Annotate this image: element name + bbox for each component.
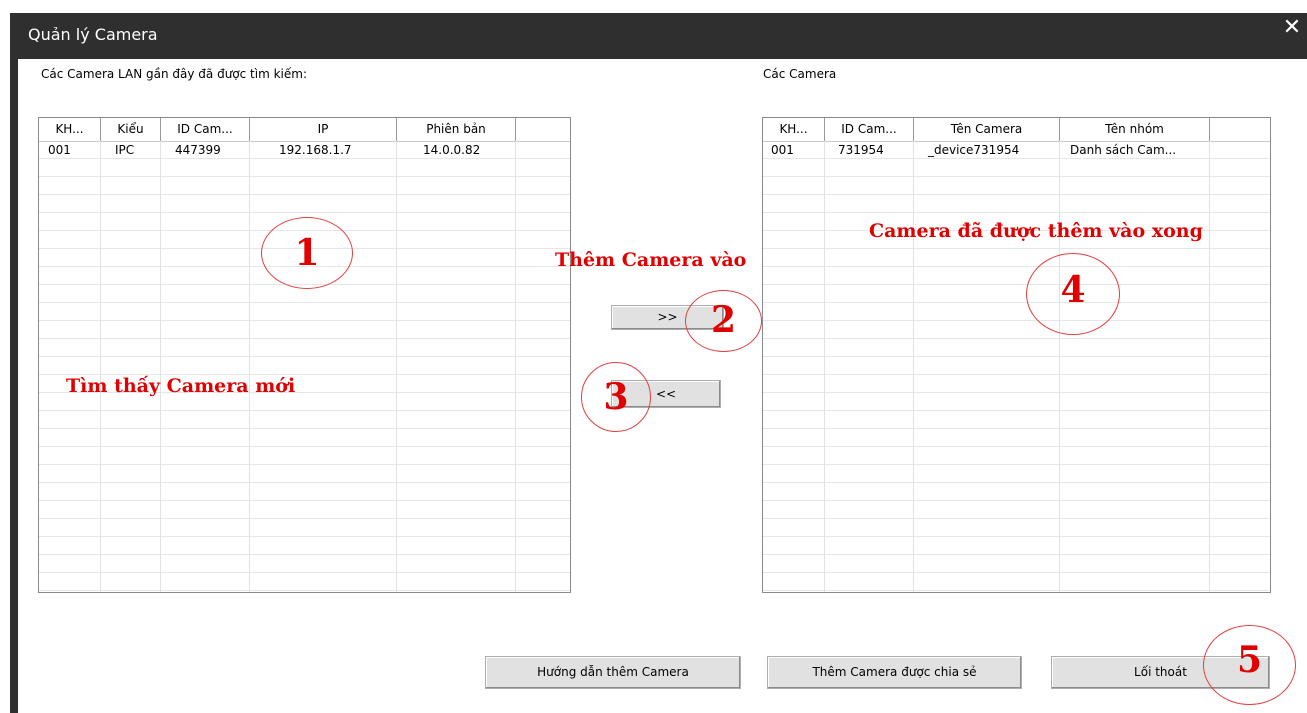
- grid-line: [1209, 141, 1210, 592]
- row-cell-type[interactable]: IPC: [115, 142, 134, 159]
- annotation-number-4: 4: [1060, 269, 1086, 311]
- annotation-number-3: 3: [603, 376, 629, 418]
- grid-line: [249, 141, 250, 592]
- row-cell-ip[interactable]: 192.168.1.7: [279, 142, 352, 159]
- add-shared-camera-button[interactable]: Thêm Camera được chia sẻ: [767, 656, 1022, 689]
- grid-line: [1059, 141, 1060, 592]
- added-list-header: KH... ID Cam... Tên Camera Tên nhóm: [763, 118, 1270, 142]
- annotation-found-new: Tìm thấy Camera mới: [66, 375, 296, 397]
- added-camera-list[interactable]: KH... ID Cam... Tên Camera Tên nhóm 001 …: [762, 117, 1271, 593]
- close-icon[interactable]: ✕: [1280, 16, 1304, 40]
- row-cell-camera-id[interactable]: 447399: [175, 142, 221, 159]
- top-strip: [0, 0, 1307, 13]
- column-header-type[interactable]: Kiểu: [101, 118, 161, 141]
- column-header-group-name[interactable]: Tên nhóm: [1060, 118, 1210, 141]
- annotation-added-done: Camera đã được thêm vào xong: [869, 220, 1203, 242]
- camera-guide-button[interactable]: Hướng dẫn thêm Camera: [485, 656, 741, 689]
- grid-line: [160, 141, 161, 592]
- lan-list-header: KH... Kiểu ID Cam... IP Phiên bản: [39, 118, 570, 142]
- column-header-camera-name[interactable]: Tên Camera: [914, 118, 1060, 141]
- annotation-number-5: 5: [1236, 639, 1263, 681]
- right-list-caption: Các Camera: [763, 67, 837, 81]
- annotation-number-1: 1: [294, 232, 320, 274]
- column-header-no[interactable]: KH...: [39, 118, 101, 141]
- grid-line: [515, 141, 516, 592]
- row-cell-camera-id[interactable]: 731954: [838, 142, 884, 159]
- annotation-add-camera: Thêm Camera vào: [555, 249, 747, 271]
- grid-line: [913, 141, 914, 592]
- row-cell-no[interactable]: 001: [48, 142, 71, 159]
- column-header-version[interactable]: Phiên bản: [397, 118, 516, 141]
- window-title: Quản lý Camera: [28, 25, 158, 44]
- lan-camera-list[interactable]: KH... Kiểu ID Cam... IP Phiên bản 001 IP…: [38, 117, 571, 593]
- row-cell-version[interactable]: 14.0.0.82: [423, 142, 480, 159]
- lan-list-body: [39, 141, 570, 592]
- grid-line: [100, 141, 101, 592]
- title-bar[interactable]: [10, 13, 1307, 59]
- added-list-body: [763, 141, 1270, 592]
- annotation-number-2: 2: [710, 299, 737, 341]
- column-header-ip[interactable]: IP: [250, 118, 397, 141]
- grid-line: [396, 141, 397, 592]
- column-header-camera-id[interactable]: ID Cam...: [825, 118, 914, 141]
- row-cell-group-name[interactable]: Danh sách Cam...: [1070, 142, 1176, 159]
- grid-line: [824, 141, 825, 592]
- column-header-camera-id[interactable]: ID Cam...: [161, 118, 250, 141]
- row-cell-camera-name[interactable]: _device731954: [928, 142, 1019, 159]
- column-header-no[interactable]: KH...: [763, 118, 825, 141]
- row-cell-no[interactable]: 001: [771, 142, 794, 159]
- left-list-caption: Các Camera LAN gần đây đã được tìm kiếm:: [41, 67, 307, 81]
